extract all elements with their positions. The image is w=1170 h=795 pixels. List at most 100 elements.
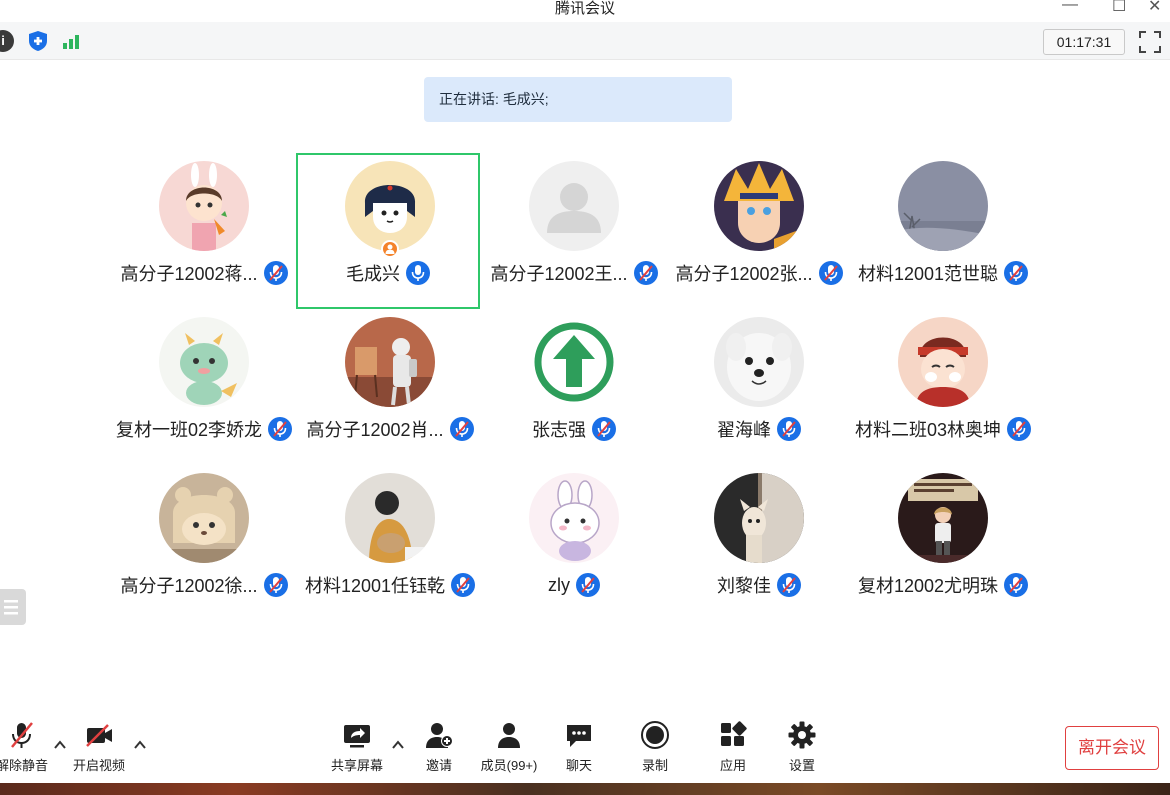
- participant-tile[interactable]: 高分子12002蒋...: [112, 155, 296, 311]
- participant-tile[interactable]: 材料12001任钰乾: [298, 467, 482, 623]
- mic-muted-icon: [1004, 573, 1029, 597]
- participant-name: 毛成兴: [346, 264, 400, 284]
- video-options-caret-icon[interactable]: [133, 738, 147, 752]
- mic-muted-icon: [777, 417, 801, 441]
- participant-tile[interactable]: 刘黎佳: [667, 467, 851, 623]
- avatar: [159, 161, 249, 251]
- participant-tile[interactable]: 复材一班02李娇龙: [112, 311, 296, 467]
- minimize-icon[interactable]: —: [1062, 0, 1078, 14]
- mic-muted-icon: [1007, 417, 1032, 441]
- participant-tile[interactable]: 翟海峰: [667, 311, 851, 467]
- unmute-button[interactable]: 解除静音: [0, 720, 48, 780]
- avatar: [529, 161, 619, 251]
- speaking-banner: 正在讲话: 毛成兴;: [424, 77, 732, 122]
- avatar: [529, 473, 619, 563]
- audio-options-caret-icon[interactable]: [53, 738, 67, 752]
- signal-icon[interactable]: [60, 30, 82, 52]
- avatar: [529, 317, 619, 407]
- record-icon: [641, 721, 669, 749]
- share-screen-label: 共享屏幕: [330, 758, 383, 773]
- participant-name: 高分子12002徐...: [120, 576, 258, 596]
- participant-name: 复材一班02李娇龙: [115, 420, 263, 440]
- share-screen-button[interactable]: 共享屏幕: [329, 720, 385, 780]
- host-badge-icon: [381, 240, 399, 258]
- invite-button[interactable]: 邀请: [418, 720, 460, 780]
- participant-tile[interactable]: 高分子12002徐...: [112, 467, 296, 623]
- share-options-caret-icon[interactable]: [391, 738, 405, 752]
- participant-name-line: 材料12001范世聪: [811, 261, 1075, 285]
- avatar: [714, 317, 804, 407]
- share-screen-icon: [344, 725, 370, 748]
- members-label: 成员(99+): [480, 758, 538, 773]
- chat-label: 聊天: [565, 758, 592, 773]
- participant-name: 张志强: [532, 420, 586, 440]
- avatar: [345, 161, 435, 251]
- add-user-icon: [426, 723, 453, 748]
- participant-tile[interactable]: 高分子12002肖...: [298, 311, 482, 467]
- participant-tile[interactable]: 材料12001范世聪: [851, 155, 1035, 311]
- mic-muted-icon: [592, 417, 616, 441]
- participant-tile[interactable]: 材料二班03林奥坤: [851, 311, 1035, 467]
- participant-name: 材料12001任钰乾: [304, 576, 446, 596]
- apps-label: 应用: [719, 758, 746, 773]
- participant-name: zly: [548, 574, 570, 595]
- close-icon[interactable]: ✕: [1148, 0, 1161, 16]
- participant-tile[interactable]: 毛成兴: [296, 153, 480, 309]
- start-video-button[interactable]: 开启视频: [70, 720, 128, 780]
- leave-meeting-button[interactable]: 离开会议: [1065, 726, 1159, 770]
- avatar: [714, 473, 804, 563]
- security-shield-icon[interactable]: [27, 30, 49, 52]
- video-off-icon: [86, 724, 112, 747]
- participant-name: 刘黎佳: [717, 576, 771, 596]
- members-icon: [498, 723, 520, 748]
- participant-tile[interactable]: 复材12002尤明珠: [851, 467, 1035, 623]
- avatar: [159, 473, 249, 563]
- avatar: [345, 473, 435, 563]
- side-panel-toggle[interactable]: [0, 589, 26, 625]
- mic-muted-icon: [1004, 261, 1029, 285]
- avatar: [714, 161, 804, 251]
- record-button[interactable]: 录制: [636, 720, 674, 780]
- apps-icon: [721, 721, 747, 746]
- record-label: 录制: [641, 758, 668, 773]
- gear-icon: [788, 721, 816, 749]
- participant-name: 复材12002尤明珠: [857, 576, 999, 596]
- desktop-taskbar-strip: [0, 783, 1170, 795]
- info-icon[interactable]: i: [0, 30, 14, 52]
- maximize-icon[interactable]: ☐: [1112, 0, 1126, 16]
- participant-tile[interactable]: zly: [482, 467, 666, 623]
- participant-tile[interactable]: 高分子12002张...: [667, 155, 851, 311]
- participant-name: 高分子12002蒋...: [120, 264, 258, 284]
- participant-name: 材料二班03林奥坤: [854, 420, 1002, 440]
- mic-muted-icon: [11, 722, 33, 748]
- participant-name: 材料12001范世聪: [857, 264, 999, 284]
- meeting-timer: 01:17:31: [1043, 29, 1125, 55]
- participant-tile[interactable]: 高分子12002王...: [482, 155, 666, 311]
- avatar: [898, 317, 988, 407]
- members-button[interactable]: 成员(99+): [475, 720, 543, 780]
- participant-name: 高分子12002张...: [675, 264, 813, 284]
- apps-button[interactable]: 应用: [714, 720, 752, 780]
- top-toolbar: i: [0, 22, 1170, 60]
- mic-on-icon: [406, 261, 430, 285]
- chat-icon: [567, 725, 591, 747]
- avatar: [159, 317, 249, 407]
- mic-muted-icon: [777, 573, 801, 597]
- mic-muted-icon: [576, 573, 600, 597]
- fullscreen-icon[interactable]: [1138, 30, 1162, 54]
- settings-button[interactable]: 设置: [783, 720, 821, 780]
- participant-name: 翟海峰: [717, 420, 771, 440]
- chat-button[interactable]: 聊天: [560, 720, 598, 780]
- window-title: 腾讯会议: [554, 0, 615, 17]
- avatar: [898, 473, 988, 563]
- participant-name: 高分子12002王...: [490, 264, 628, 284]
- title-bar: 腾讯会议 — ☐ ✕: [0, 0, 1170, 22]
- participant-tile[interactable]: 张志强: [482, 311, 666, 467]
- settings-label: 设置: [788, 758, 815, 773]
- unmute-label: 解除静音: [0, 758, 49, 773]
- avatar: [898, 161, 988, 251]
- participant-name: 高分子12002肖...: [306, 420, 444, 440]
- invite-label: 邀请: [425, 758, 452, 773]
- start-video-label: 开启视频: [72, 758, 125, 773]
- participant-name-line: 复材12002尤明珠: [811, 573, 1075, 597]
